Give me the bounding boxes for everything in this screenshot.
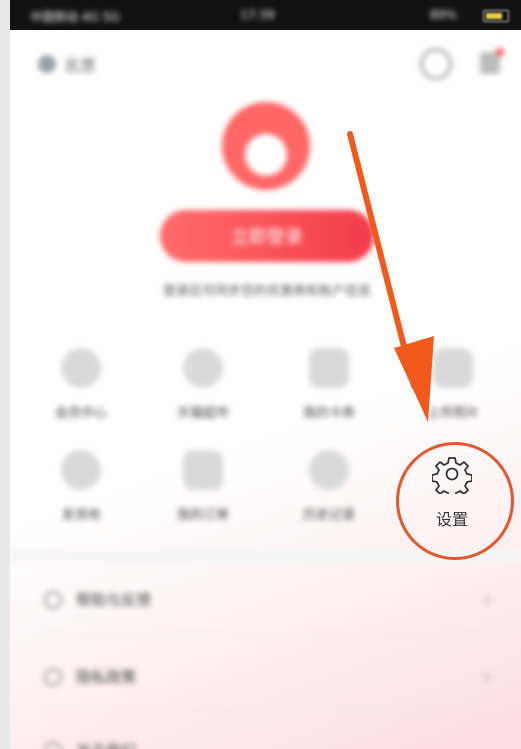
battery-icon	[483, 10, 509, 22]
privacy-icon	[44, 668, 62, 686]
chevron-right-icon: ›	[483, 587, 491, 611]
grid-item-label: 历史记录	[302, 508, 355, 523]
section-divider	[10, 550, 521, 562]
grid-item-history[interactable]: 历史记录	[284, 450, 374, 523]
login-hint: 登录后可同步您的优惠券和账户信息	[162, 284, 371, 299]
list-item-about[interactable]: 关于我们	[10, 716, 521, 749]
gift-icon	[309, 348, 349, 388]
grid-item-label: 上传照片	[426, 406, 479, 421]
gear-icon	[432, 457, 472, 494]
list-item-help[interactable]: 帮助与反馈 ›	[10, 565, 521, 635]
avatar[interactable]	[222, 102, 310, 190]
screen-edge	[0, 0, 10, 749]
location-label: 北京	[64, 56, 97, 75]
cloud-icon	[183, 348, 223, 388]
grid-item-label: 发货地	[61, 508, 101, 523]
photo-icon	[433, 348, 473, 388]
profile-page: 北京 立即登录 登录后可同步您的优惠券和账户信息 会员中心 天猫超市 我的卡券 …	[10, 30, 521, 749]
status-time: 17:39	[240, 8, 275, 22]
list-item-label: 隐私政策	[76, 668, 137, 686]
grid-item-label: 我的订单	[176, 508, 229, 523]
grid-item-ship-from[interactable]: 发货地	[36, 450, 126, 523]
help-icon	[44, 591, 62, 609]
grid-item-upload-photo[interactable]: 上传照片	[408, 348, 498, 421]
list-item-label: 关于我们	[76, 740, 136, 749]
grid-item-label: 会员中心	[54, 406, 107, 421]
status-carrier: 中国移动 4G 5G	[30, 10, 120, 24]
chevron-right-icon: ›	[483, 664, 491, 688]
about-icon	[44, 742, 62, 749]
settings-label: 设置	[435, 510, 468, 529]
grid-item-orders[interactable]: 我的订单	[158, 450, 248, 523]
list-divider	[40, 710, 490, 711]
status-bar: 中国移动 4G 5G 17:39 89%	[10, 0, 521, 30]
more-icon[interactable]	[480, 48, 504, 74]
message-icon[interactable]	[420, 48, 452, 80]
list-divider	[40, 635, 490, 636]
map-icon	[61, 450, 101, 490]
grid-item-label: 天猫超市	[176, 406, 229, 421]
grid-item-member-center[interactable]: 会员中心	[36, 348, 126, 421]
location-icon	[38, 55, 56, 73]
login-button[interactable]: 立即登录	[160, 210, 374, 262]
shield-icon	[61, 348, 101, 388]
settings-button[interactable]: 设置	[410, 454, 494, 530]
clock-icon	[309, 450, 349, 490]
location-selector[interactable]: 北京	[38, 52, 96, 76]
grid-item-label: 我的卡券	[302, 406, 355, 421]
list-item-label: 帮助与反馈	[76, 591, 152, 609]
grid-item-coupons[interactable]: 我的卡券	[284, 348, 374, 421]
grid-item-supermarket[interactable]: 天猫超市	[158, 348, 248, 421]
list-item-privacy[interactable]: 隐私政策 ›	[10, 642, 521, 712]
order-icon	[183, 450, 223, 490]
status-battery-text: 89%	[430, 8, 457, 22]
